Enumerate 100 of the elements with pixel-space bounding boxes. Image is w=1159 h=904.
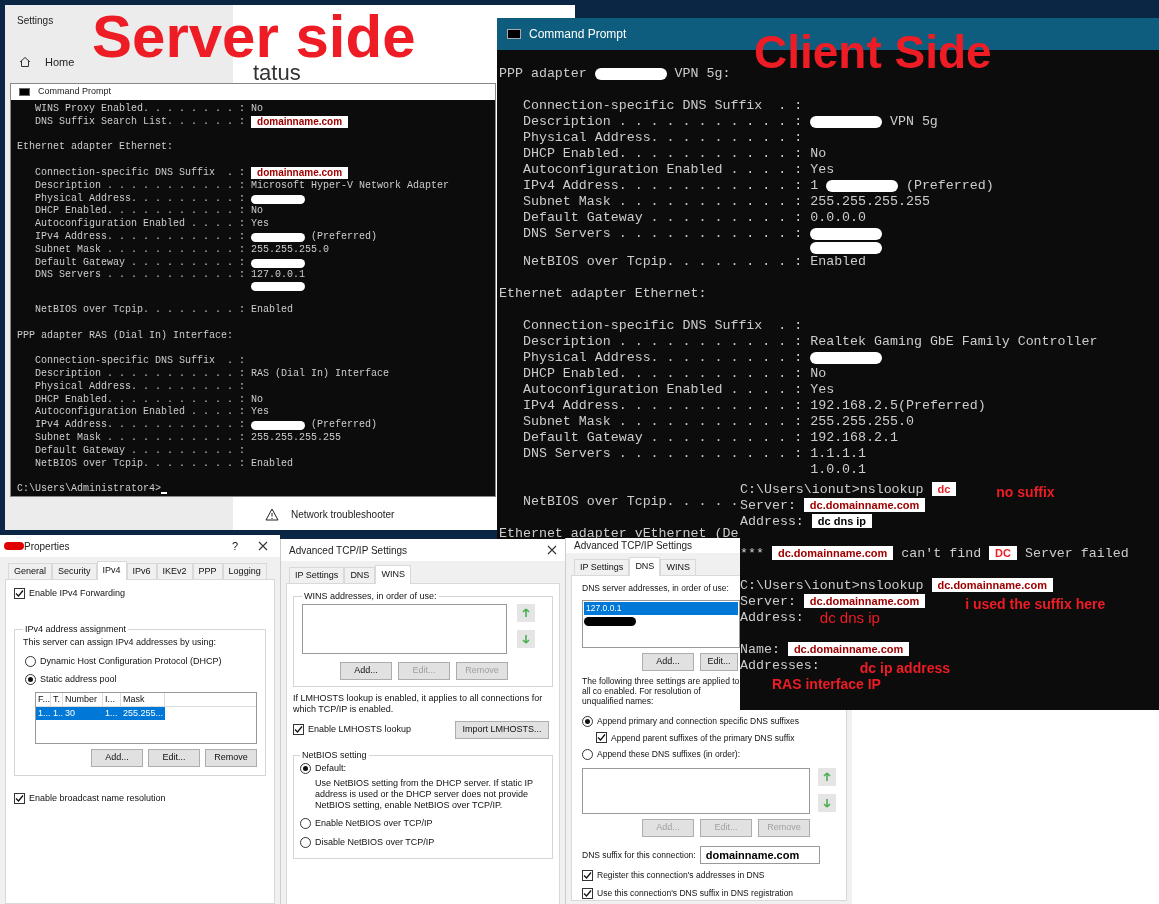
dialog-button[interactable]: Import LMHOSTS... [455, 720, 549, 739]
dialog-tab[interactable]: IPv4 [96, 561, 127, 580]
console-text: 127.0.0.1 [251, 269, 306, 283]
checkbox[interactable] [14, 588, 25, 600]
console-text: 192.168.2.1 [810, 429, 898, 446]
dialog-tab[interactable]: IKEv2 [156, 563, 193, 579]
console-text: C:\Users\ionut>nslookup [740, 482, 924, 498]
text-cursor [161, 492, 168, 494]
help-button[interactable]: ? [231, 537, 238, 555]
home-link[interactable]: Home [45, 54, 75, 71]
dialog-tab[interactable]: WINS [660, 559, 696, 575]
radio-label: Enable NetBIOS over TCP/IP [315, 816, 433, 830]
console-text: NetBIOS over Tcpip. . . . . . . . : [522, 253, 803, 270]
column-header[interactable]: F... [36, 692, 51, 706]
table-cell-text: 1... [104, 706, 119, 720]
dialog-button[interactable]: Edit... [700, 652, 738, 671]
dialog-button[interactable]: Add... [91, 748, 143, 767]
dialog-button[interactable]: Add... [340, 661, 392, 680]
dialog-button[interactable]: Edit... [148, 748, 200, 767]
checkbox[interactable] [14, 792, 25, 804]
window-title: Command Prompt [529, 26, 627, 43]
console-text: DNS Suffix Search List. . . . . . : [35, 115, 246, 129]
checkbox[interactable] [582, 869, 593, 881]
console-text: IPv4 Address. . . . . . . . . . . : [35, 419, 246, 432]
radio-button[interactable] [582, 749, 593, 761]
close-icon[interactable] [258, 541, 268, 551]
console-text: Yes [810, 381, 835, 398]
dialog-button[interactable]: Add... [642, 652, 694, 671]
console-text: DHCP Enabled. . . . . . . . . . . : [522, 365, 803, 382]
column-header[interactable]: T. [51, 692, 63, 706]
console-text: WINS Proxy Enabled. . . . . . . . : [35, 103, 246, 116]
column-header[interactable]: Number [63, 692, 103, 706]
radio-button[interactable] [300, 763, 311, 775]
radio-label: Disable NetBIOS over TCP/IP [315, 836, 435, 849]
console-text: Default Gateway . . . . . . . . . : [522, 210, 803, 226]
dialog-tab[interactable]: Security [52, 563, 97, 579]
dialog-tab[interactable]: IPv6 [126, 563, 157, 579]
address-list[interactable] [302, 603, 507, 654]
radio-label: Append these DNS suffixes (in order): [597, 748, 740, 761]
checkbox[interactable] [293, 724, 304, 735]
redaction-mark [810, 352, 882, 364]
radio-button[interactable] [300, 817, 311, 829]
console-text: DNS Servers . . . . . . . . . . . : [35, 269, 246, 283]
console-text: (Preferred) [311, 231, 378, 244]
table-cell-text: 1.. [52, 706, 63, 720]
console-text: Ethernet adapter Ethernet: [17, 141, 174, 155]
suffix-list[interactable] [582, 768, 810, 814]
console-icon [19, 88, 30, 97]
radio-button[interactable] [582, 715, 593, 727]
column-header[interactable]: Mask [121, 692, 165, 706]
console-text: 1.0.0.1 [810, 461, 867, 478]
console-text: DHCP Enabled. . . . . . . . . . . : [522, 146, 803, 162]
console-text: 1 [810, 178, 819, 194]
console-text: can't find [901, 546, 982, 562]
console-text: Ethernet adapter vEthernet (De [499, 525, 739, 541]
dialog-tab[interactable]: DNS [344, 567, 376, 583]
dialog-tab[interactable]: IP Settings [289, 567, 345, 583]
annotation-note: dc dns ip [819, 610, 880, 626]
dialog-button[interactable]: Remove [205, 748, 257, 767]
home-icon[interactable] [19, 56, 31, 69]
close-icon[interactable] [547, 545, 557, 555]
checkbox[interactable] [596, 732, 607, 744]
group-title: IPv4 address assignment [24, 622, 128, 636]
console-text: Subnet Mask . . . . . . . . . . . : [522, 194, 803, 210]
annotation-title: Client Side [754, 25, 992, 80]
troubleshooter-link[interactable]: Network troubleshooter [291, 507, 395, 522]
checkbox[interactable] [582, 887, 593, 899]
console-text: 255.255.255.255 [251, 432, 342, 445]
redaction-mark [826, 180, 898, 192]
redaction-mark [4, 542, 24, 550]
radio-button[interactable] [25, 674, 36, 686]
radio-button[interactable] [25, 655, 36, 667]
redaction-mark [810, 242, 882, 254]
lmhosts-note: If LMHOSTS lookup is enabled, it applies to all connections for which TCP/IP is enabled. [293, 692, 544, 715]
console-text: PPP adapter RAS (Dial In) Interface: [17, 329, 234, 343]
table-cell-text: 1... [37, 706, 51, 720]
console-text: Physical Address. . . . . . . . . : [522, 349, 803, 366]
checkbox-label: Register this connection's addresses in DNS [597, 869, 765, 882]
dialog-tab[interactable]: IP Settings [574, 559, 630, 575]
console-text: Connection-specific DNS Suffix . : [35, 355, 246, 368]
dialog-tab[interactable]: DNS [629, 557, 661, 576]
column-header[interactable]: I... [103, 692, 121, 706]
move-down-button[interactable] [517, 629, 535, 648]
arrow-down-icon [823, 798, 831, 808]
move-up-button[interactable] [517, 603, 535, 622]
dialog-tab[interactable]: PPP [192, 563, 223, 579]
dns-suffix-field[interactable]: domainname.com [699, 846, 820, 864]
dns-server-list[interactable]: 127.0.0.1 [582, 599, 740, 648]
console-text: Physical Address. . . . . . . . . : [35, 380, 246, 394]
dialog-tab[interactable]: WINS [375, 565, 411, 584]
dialog-tab[interactable]: Logging [222, 563, 267, 579]
annotation-note: RAS interface IP [772, 676, 881, 690]
console-text: Default Gateway . . . . . . . . . : [35, 444, 246, 458]
arrow-up-icon [823, 772, 831, 782]
console-text: DHCP Enabled. . . . . . . . . . . : [35, 393, 246, 406]
dialog-tab[interactable]: General [8, 563, 53, 579]
list-item[interactable]: 127.0.0.1 [584, 601, 738, 615]
radio-button[interactable] [300, 837, 311, 849]
console-text: IPv4 Address. . . . . . . . . . . : [35, 231, 246, 244]
console-text: PPP adapter [499, 66, 587, 82]
